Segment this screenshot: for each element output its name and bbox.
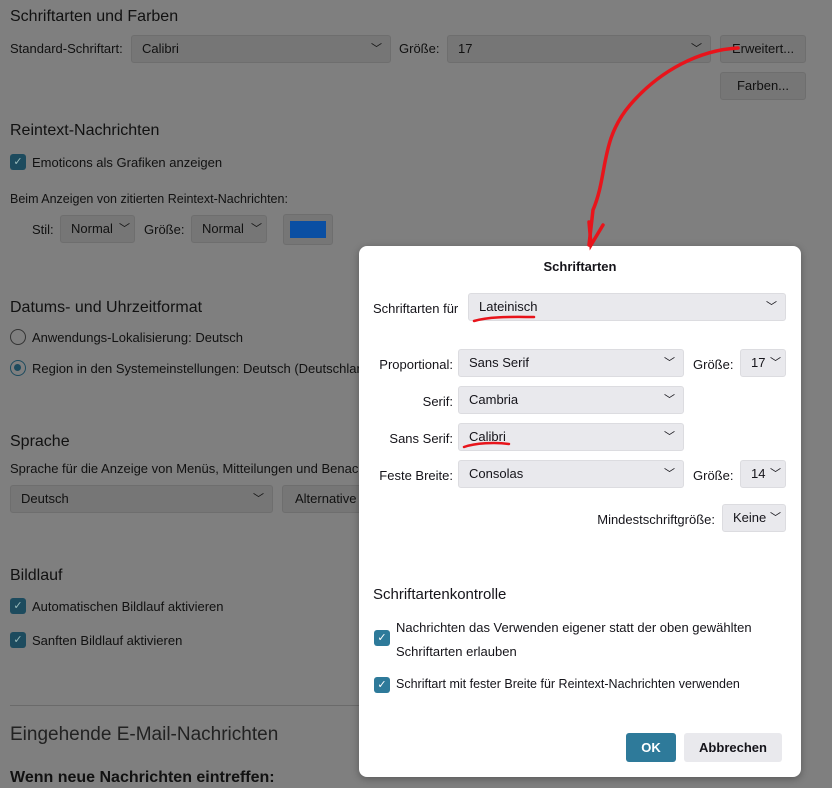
annotation-arrow bbox=[462, 46, 740, 449]
arrow-line bbox=[587, 46, 740, 247]
underline-calibri bbox=[462, 441, 511, 449]
underline-lateinisch bbox=[472, 315, 536, 323]
